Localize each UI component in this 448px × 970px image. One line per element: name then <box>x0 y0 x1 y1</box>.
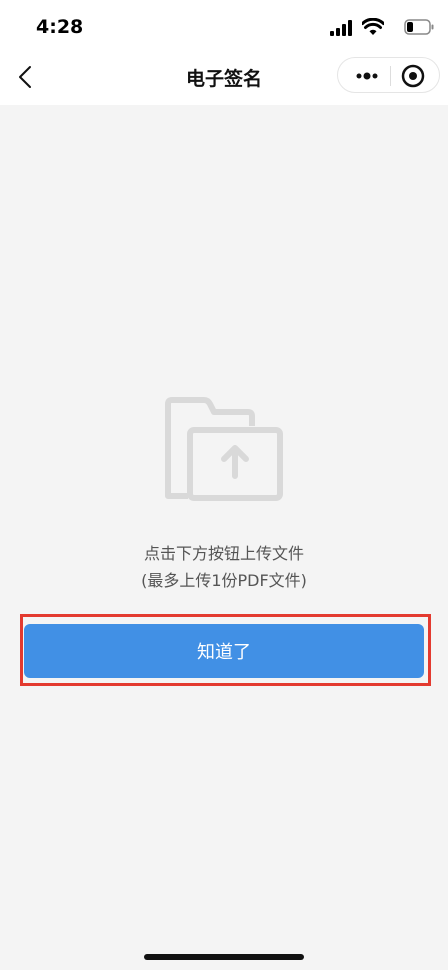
home-indicator <box>144 954 304 960</box>
status-time: 4:28 <box>36 16 84 38</box>
signal-icon <box>330 20 352 40</box>
status-bar: 4:28 <box>0 0 448 52</box>
wifi-icon <box>361 17 385 40</box>
battery-icon <box>404 19 434 39</box>
capsule-divider <box>390 66 391 86</box>
more-dots-icon[interactable] <box>356 66 378 90</box>
got-it-button[interactable]: 知道了 <box>24 624 424 678</box>
hint-line-2: (最多上传1份PDF文件) <box>141 571 307 590</box>
nav-bar: 电子签名 <box>0 52 448 102</box>
top-bar: 4:28 电子签名 <box>0 0 448 105</box>
upload-hint: 点击下方按钮上传文件 (最多上传1份PDF文件) <box>0 540 448 594</box>
mini-program-capsule <box>337 57 440 93</box>
hint-line-1: 点击下方按钮上传文件 <box>143 544 304 563</box>
target-icon[interactable] <box>400 63 426 93</box>
folder-upload-icon <box>164 396 284 506</box>
